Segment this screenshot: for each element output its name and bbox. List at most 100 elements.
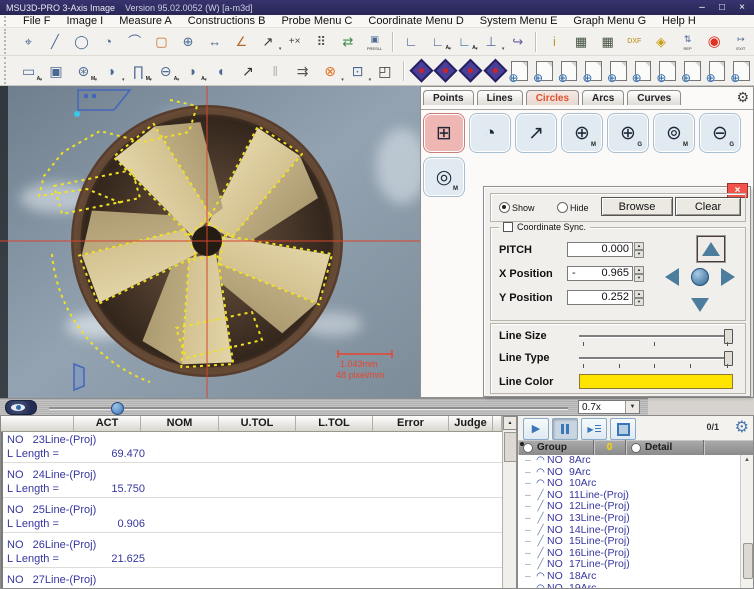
scrollbar-thumb[interactable] [504, 432, 517, 462]
angle-measure-icon[interactable]: ∠ [229, 30, 254, 53]
close-icon[interactable]: × [732, 0, 752, 15]
tab-circles[interactable]: Circles [526, 90, 579, 105]
tree-item-13line-(proj)[interactable]: –╱NO13Line-(Proj) [525, 513, 742, 525]
tab-arcs[interactable]: Arcs [582, 90, 624, 105]
measure-view-2-icon[interactable]: ▦ [595, 30, 620, 53]
scroll-up-icon[interactable]: ▲ [503, 416, 517, 430]
vector-arrow-icon[interactable]: ↗ [235, 58, 260, 84]
spinner-up-icon[interactable]: ▲ [634, 266, 644, 274]
arc-measure-icon[interactable]: ◔ [96, 30, 121, 53]
add-document-2-icon[interactable]: ⊕ [536, 61, 553, 81]
stop-button[interactable] [610, 418, 636, 440]
menu-probe[interactable]: Probe Menu C [273, 15, 360, 28]
gear-icon[interactable]: ⚙ [736, 89, 749, 106]
play-button[interactable]: ▶ [523, 418, 549, 440]
menu-help[interactable]: Help H [654, 15, 704, 28]
browse-button[interactable]: Browse [601, 197, 673, 216]
image-viewport[interactable]: 1.043mm 48 pixel/mm [0, 86, 420, 398]
add-document-9-icon[interactable]: ⊕ [709, 61, 726, 81]
ellipse-measure-icon[interactable]: ⊕ [176, 30, 201, 53]
chevron-down-icon[interactable]: ▼ [625, 401, 639, 413]
coord-system-1-icon[interactable]: ∟A▾ [426, 30, 451, 53]
rectangle-region-icon[interactable]: ▢ [149, 30, 174, 53]
group-mode[interactable]: Group [518, 440, 594, 455]
navigator-icon[interactable]: ◈ [649, 30, 674, 53]
flute-measure-a-icon[interactable]: ◗A▾ [180, 58, 205, 84]
fit-view-icon[interactable]: ◰ [372, 58, 397, 84]
tab-lines[interactable]: Lines [477, 90, 523, 105]
datum-diamond-1-icon[interactable] [409, 59, 433, 83]
cylinder-measure-m-icon[interactable]: ∏M▾ [126, 58, 151, 84]
datum-diamond-4-icon[interactable] [483, 59, 507, 83]
point-measure-icon[interactable]: ⌖ [16, 30, 41, 53]
plane-measure-a-icon[interactable]: ▭A▾ [16, 58, 41, 84]
tree-item-8arc[interactable]: –◠NO8Arc [525, 455, 742, 467]
coordinate-sync-checkbox[interactable] [503, 222, 513, 232]
target-region-icon[interactable]: ⊡▾ [345, 58, 370, 84]
route-tool-icon[interactable]: ⇉ [290, 58, 315, 84]
circle-rings-m-button[interactable]: ◎M [423, 157, 465, 197]
move-down-button[interactable] [689, 294, 711, 316]
add-document-3-icon[interactable]: ⊕ [561, 61, 578, 81]
step-list-button[interactable]: ▶ [581, 418, 607, 440]
tree-scrollbar[interactable]: ▲ [740, 455, 753, 588]
pause-button[interactable] [552, 418, 578, 440]
tree-item-19arc[interactable]: –◠NO19Arc [525, 583, 742, 588]
wheel-measure-a-icon[interactable]: ⊖A▾ [153, 58, 178, 84]
distance-measure-icon[interactable]: ↔ [202, 30, 227, 53]
info-icon[interactable]: i [542, 30, 567, 53]
add-document-10-icon[interactable]: ⊕ [733, 61, 750, 81]
menu-constructions[interactable]: Constructions B [180, 15, 274, 28]
add-document-6-icon[interactable]: ⊕ [635, 61, 652, 81]
field-input[interactable]: -0.965 [567, 266, 633, 281]
record-icon[interactable]: ◉ [702, 30, 727, 53]
tree-item-18arc[interactable]: –◠NO18Arc [525, 571, 742, 583]
datum-diamond-3-icon[interactable] [458, 59, 482, 83]
add-document-1-icon[interactable]: ⊕ [511, 61, 528, 81]
scrollbar-thumb[interactable] [743, 543, 753, 579]
circle-measure-icon[interactable]: ◯ [69, 30, 94, 53]
spinner-up-icon[interactable]: ▲ [634, 242, 644, 250]
pause-tool-icon[interactable]: ‖ [263, 58, 288, 84]
plane-filled-icon[interactable]: ▣ [43, 58, 68, 84]
result-group[interactable]: NO 24Line-(Proj)L Length =15.750 [3, 467, 502, 498]
circle-rotate-button[interactable]: ◔ [469, 113, 511, 153]
spinner-up-icon[interactable]: ▲ [634, 290, 644, 298]
delete-target-icon[interactable]: ⊗▾ [317, 58, 342, 84]
move-right-button[interactable] [717, 266, 739, 288]
menu-image[interactable]: Image I [59, 15, 112, 28]
move-center-button[interactable] [687, 264, 713, 290]
spinner[interactable]: ▲▼ [634, 242, 644, 257]
menu-coordinate[interactable]: Coordinate Menu D [360, 15, 471, 28]
circle-crosshair-g-button[interactable]: ⊕G [607, 113, 649, 153]
coord-plane-icon[interactable]: ⊥▾ [479, 30, 504, 53]
dxf-export-icon[interactable]: DXF [622, 30, 647, 53]
gear-icon[interactable]: ⚙ [735, 417, 749, 437]
construct-swap-icon[interactable]: ⇄ [336, 30, 361, 53]
menu-system[interactable]: System Menu E [472, 15, 566, 28]
line-measure-icon[interactable]: ╱ [43, 30, 68, 53]
line-size-handle[interactable] [724, 329, 733, 344]
xyz-output-icon[interactable]: ⠿ [309, 30, 334, 53]
tab-points[interactable]: Points [423, 90, 474, 105]
wheel-g-button[interactable]: ⊖G [699, 113, 741, 153]
result-group[interactable]: NO 25Line-(Proj)L Length =0.906 [3, 502, 502, 533]
arrow-pick-button[interactable]: ↗ [515, 113, 557, 153]
field-input[interactable]: 0.000 [567, 242, 633, 257]
maximize-icon[interactable]: □ [712, 0, 732, 15]
move-up-button[interactable] [697, 236, 725, 262]
detail-radio[interactable] [631, 443, 641, 453]
results-scrollbar[interactable]: ▲ [502, 416, 516, 588]
tab-curves[interactable]: Curves [627, 90, 681, 105]
field-input[interactable]: 0.252 [567, 290, 633, 305]
coord-system-2-icon[interactable]: ∟A▾ [452, 30, 477, 53]
menu-measure[interactable]: Measure A [111, 15, 180, 28]
curve-measure-icon[interactable]: ⌒ [122, 30, 147, 53]
rep-tool-icon[interactable]: ⇅REP [675, 30, 700, 53]
line-type-handle[interactable] [724, 351, 733, 366]
add-document-7-icon[interactable]: ⊕ [659, 61, 676, 81]
graph-axes-icon[interactable]: ∟ [399, 30, 424, 53]
cone-measure-icon[interactable]: ◖ [208, 58, 233, 84]
move-left-button[interactable] [661, 266, 683, 288]
step-move-icon[interactable]: ↪ [505, 30, 530, 53]
